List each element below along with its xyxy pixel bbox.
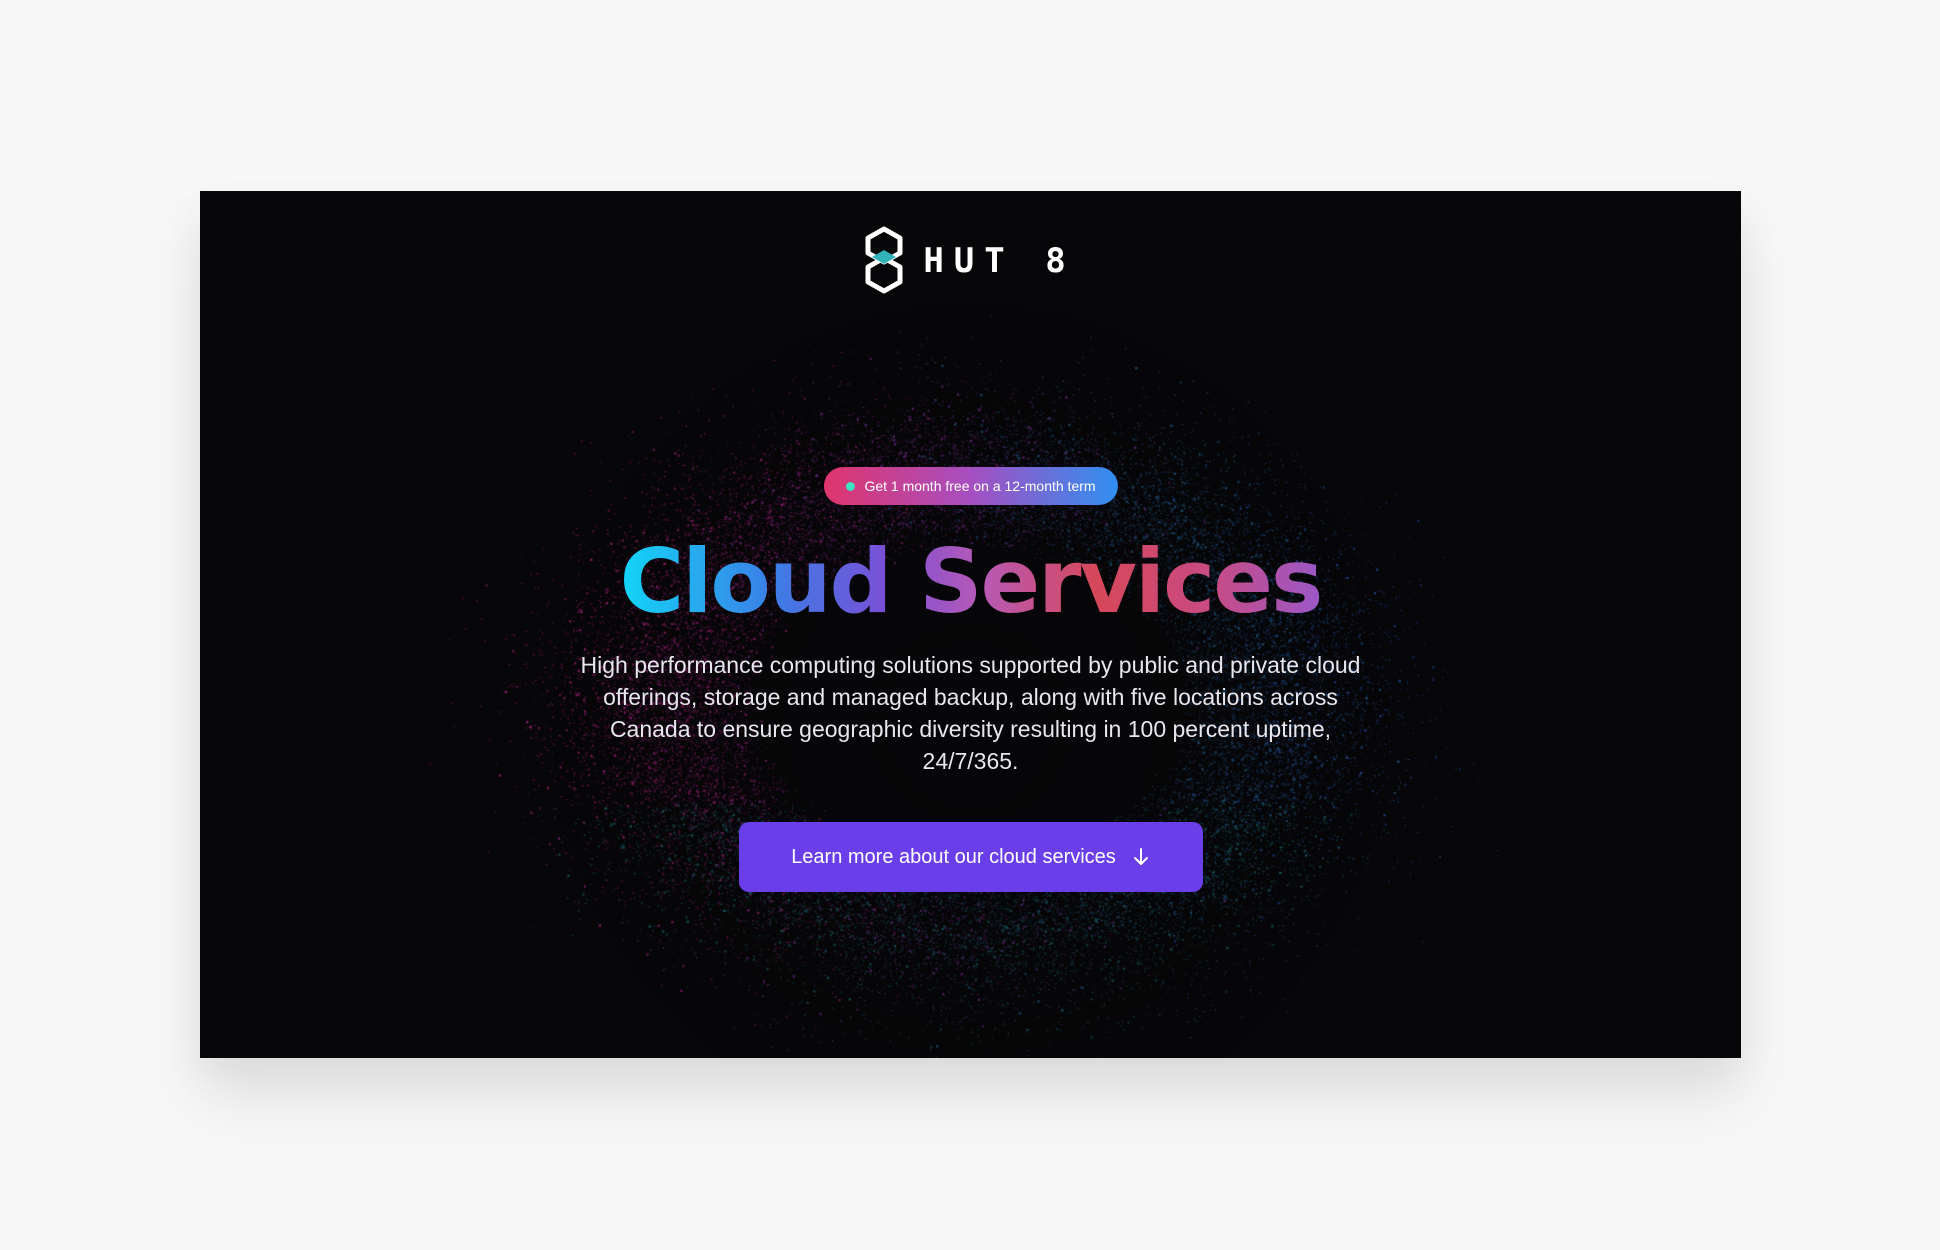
page-title-text: Cloud Services (619, 530, 1324, 633)
hero-section: HUT 8 Get 1 month free on a 12-month ter… (200, 191, 1741, 1058)
learn-more-label: Learn more about our cloud services (791, 845, 1116, 868)
learn-more-button[interactable]: Learn more about our cloud services (738, 822, 1203, 892)
hut8-hexagon-logo-icon (865, 226, 903, 294)
hero-description: High performance computing solutions sup… (580, 652, 1361, 774)
brand-name: HUT 8 (923, 241, 1076, 281)
promo-badge[interactable]: Get 1 month free on a 12-month term (823, 467, 1118, 505)
status-dot-icon (845, 481, 855, 491)
brand-logo[interactable]: HUT 8 (200, 226, 1741, 294)
page-title: Cloud Services (200, 527, 1741, 637)
arrow-down-icon (1133, 848, 1148, 865)
promo-text: Get 1 month free on a 12-month term (864, 478, 1096, 494)
